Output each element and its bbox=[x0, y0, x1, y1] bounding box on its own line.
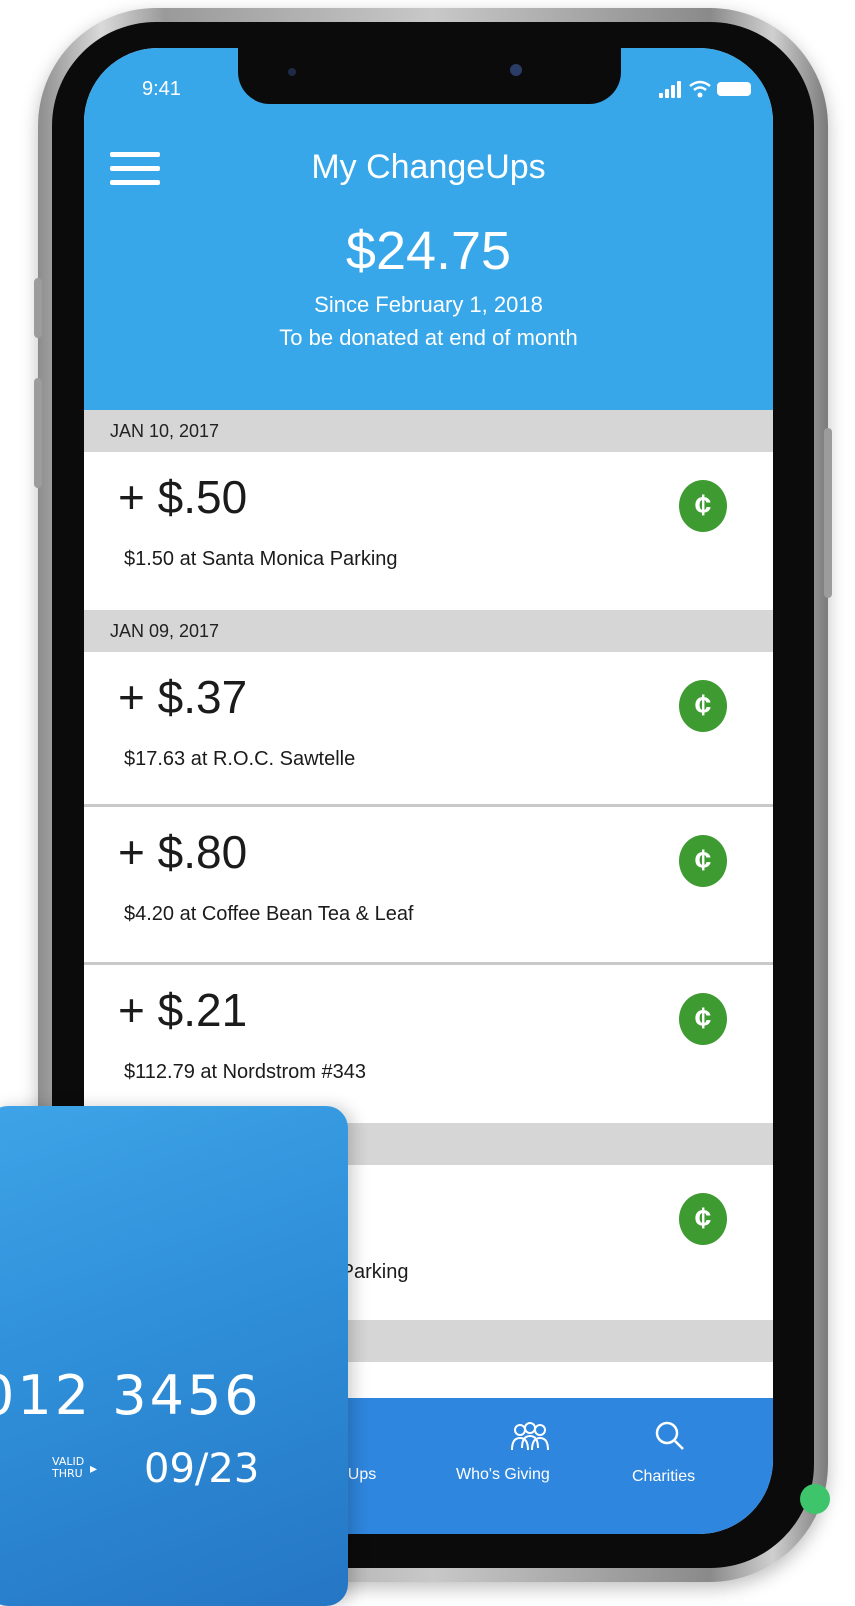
people-icon bbox=[511, 1422, 549, 1451]
transaction-description: $112.79 at Nordstrom #343 bbox=[124, 1061, 367, 1083]
total-amount: $24.75 bbox=[345, 221, 512, 281]
transaction-description: $1.50 at Santa Monica Parking bbox=[124, 548, 398, 570]
transaction-amount: + $.37 bbox=[118, 671, 248, 723]
camera-icon bbox=[288, 68, 296, 76]
wifi-icon bbox=[689, 80, 711, 98]
cent-icon: ¢ bbox=[679, 480, 727, 532]
tab-charities[interactable]: Charities bbox=[614, 1398, 744, 1534]
card-arrow-icon: ▸ bbox=[90, 1460, 98, 1476]
sensor-icon bbox=[510, 64, 522, 76]
cent-icon: ¢ bbox=[679, 680, 727, 732]
notch bbox=[238, 48, 621, 104]
cent-icon: ¢ bbox=[679, 835, 727, 887]
credit-card: 012 3456 VALID THRU ▸ 09/23 bbox=[0, 1106, 348, 1606]
card-number: 012 3456 bbox=[0, 1364, 262, 1427]
donation-note: To be donated at end of month bbox=[279, 325, 578, 350]
side-button-silent bbox=[34, 278, 42, 338]
page-title: My ChangeUps bbox=[311, 148, 546, 186]
transaction-description: $17.63 at R.O.C. Sawtelle bbox=[124, 748, 356, 770]
transaction-row[interactable]: + $.50 $1.50 at Santa Monica Parking ¢ bbox=[84, 452, 773, 610]
transaction-description: $4.20 at Coffee Bean Tea & Leaf bbox=[124, 903, 414, 925]
valid-thru-label: VALID THRU bbox=[52, 1455, 85, 1480]
tab-whos-giving-label: Who's Giving bbox=[456, 1466, 550, 1483]
cent-icon: ¢ bbox=[679, 1193, 727, 1245]
transaction-row[interactable]: + $.80 $4.20 at Coffee Bean Tea & Leaf ¢ bbox=[84, 807, 773, 965]
green-dot bbox=[800, 1484, 830, 1514]
battery-icon bbox=[717, 82, 751, 96]
search-icon bbox=[655, 1421, 684, 1450]
tab-whos-giving[interactable]: Who's Giving bbox=[444, 1398, 614, 1534]
cent-icon: ¢ bbox=[679, 993, 727, 1045]
status-time: 9:41 bbox=[142, 78, 181, 100]
signal-icon bbox=[659, 80, 683, 98]
side-button-power bbox=[824, 428, 832, 598]
card-expiry: 09/23 bbox=[144, 1446, 260, 1492]
transaction-amount: + $.50 bbox=[118, 471, 248, 523]
tab-charities-label: Charities bbox=[632, 1468, 696, 1485]
transaction-amount: + $.80 bbox=[118, 826, 248, 878]
transaction-amount: + $.21 bbox=[118, 984, 248, 1036]
header: 9:41 My ChangeUps $24.75 Since February bbox=[84, 48, 773, 410]
date-header: JAN 10, 2017 bbox=[84, 410, 773, 452]
transaction-row[interactable]: + $.21 $112.79 at Nordstrom #343 ¢ bbox=[84, 965, 773, 1123]
transaction-row[interactable]: + $.37 $17.63 at R.O.C. Sawtelle ¢ bbox=[84, 652, 773, 807]
since-date: Since February 1, 2018 bbox=[314, 292, 543, 317]
side-button-volume bbox=[34, 378, 42, 488]
date-header: JAN 09, 2017 bbox=[84, 610, 773, 652]
